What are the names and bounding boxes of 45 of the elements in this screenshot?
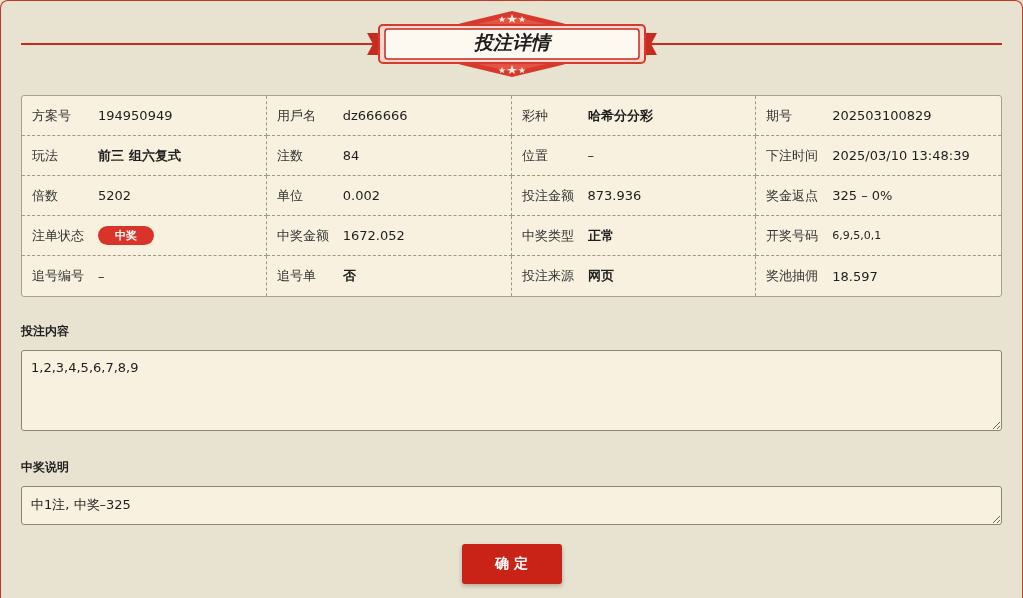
field-value: – bbox=[587, 148, 594, 163]
field-label: 用戶名 bbox=[276, 106, 317, 125]
field-label: 投注来源 bbox=[521, 267, 575, 285]
field-label: 位置 bbox=[521, 146, 549, 165]
field-label: 注单状态 bbox=[32, 226, 85, 245]
field-label: 追号单 bbox=[276, 267, 317, 285]
field-value: 873.936 bbox=[587, 188, 642, 203]
field-value: 84 bbox=[342, 148, 360, 163]
field-value: 18.597 bbox=[832, 268, 878, 284]
field-value: 1672.052 bbox=[342, 228, 405, 243]
field-value: dz666666 bbox=[342, 108, 408, 123]
field-label: 期号 bbox=[766, 106, 794, 125]
field-value: 0.002 bbox=[342, 188, 380, 203]
field-value: 否 bbox=[342, 267, 356, 285]
field-value: 2025/03/10 13:48:39 bbox=[832, 148, 970, 163]
field-label: 彩种 bbox=[521, 106, 549, 125]
field-label: 方案号 bbox=[32, 106, 72, 125]
field-value: 325 – 0% bbox=[832, 188, 893, 203]
field-label: 单位 bbox=[276, 186, 304, 205]
field-label: 中奖类型 bbox=[521, 226, 575, 245]
field-label: 奖金返点 bbox=[766, 186, 820, 205]
field-label: 下注时间 bbox=[766, 146, 820, 165]
field-label: 投注内容 bbox=[21, 323, 70, 340]
confirm-button[interactable]: 确 定 bbox=[461, 544, 562, 584]
field-value: – bbox=[98, 268, 105, 284]
field-label: 倍数 bbox=[32, 186, 59, 205]
field-value: 网页 bbox=[587, 267, 614, 285]
status-badge: 中奖 bbox=[98, 226, 154, 245]
text-area[interactable]: 1,2,3,4,5,6,7,8,9 bbox=[21, 350, 1002, 431]
field-label: 开奖号码 bbox=[766, 226, 820, 245]
field-value: 5202 bbox=[98, 188, 132, 203]
field-label: 追号编号 bbox=[32, 267, 85, 285]
field-label: 中奖金额 bbox=[276, 226, 330, 245]
field-label: 中奖说明 bbox=[21, 459, 70, 476]
field-value: 哈希分分彩 bbox=[587, 106, 653, 125]
text-area[interactable]: 中1注, 中奖–325 bbox=[21, 486, 1002, 525]
field-value: 前三 组六复式 bbox=[98, 146, 181, 165]
field-label: 投注金额 bbox=[521, 186, 575, 205]
field-label: 玩法 bbox=[32, 146, 59, 165]
field-value: 正常 bbox=[587, 226, 614, 245]
field-value: 194950949 bbox=[98, 108, 173, 123]
field-value: 202503100829 bbox=[832, 108, 932, 123]
field-label: 奖池抽佣 bbox=[766, 267, 820, 285]
field-value: 6,9,5,0,1 bbox=[832, 229, 882, 242]
field-label: 注数 bbox=[276, 146, 304, 165]
